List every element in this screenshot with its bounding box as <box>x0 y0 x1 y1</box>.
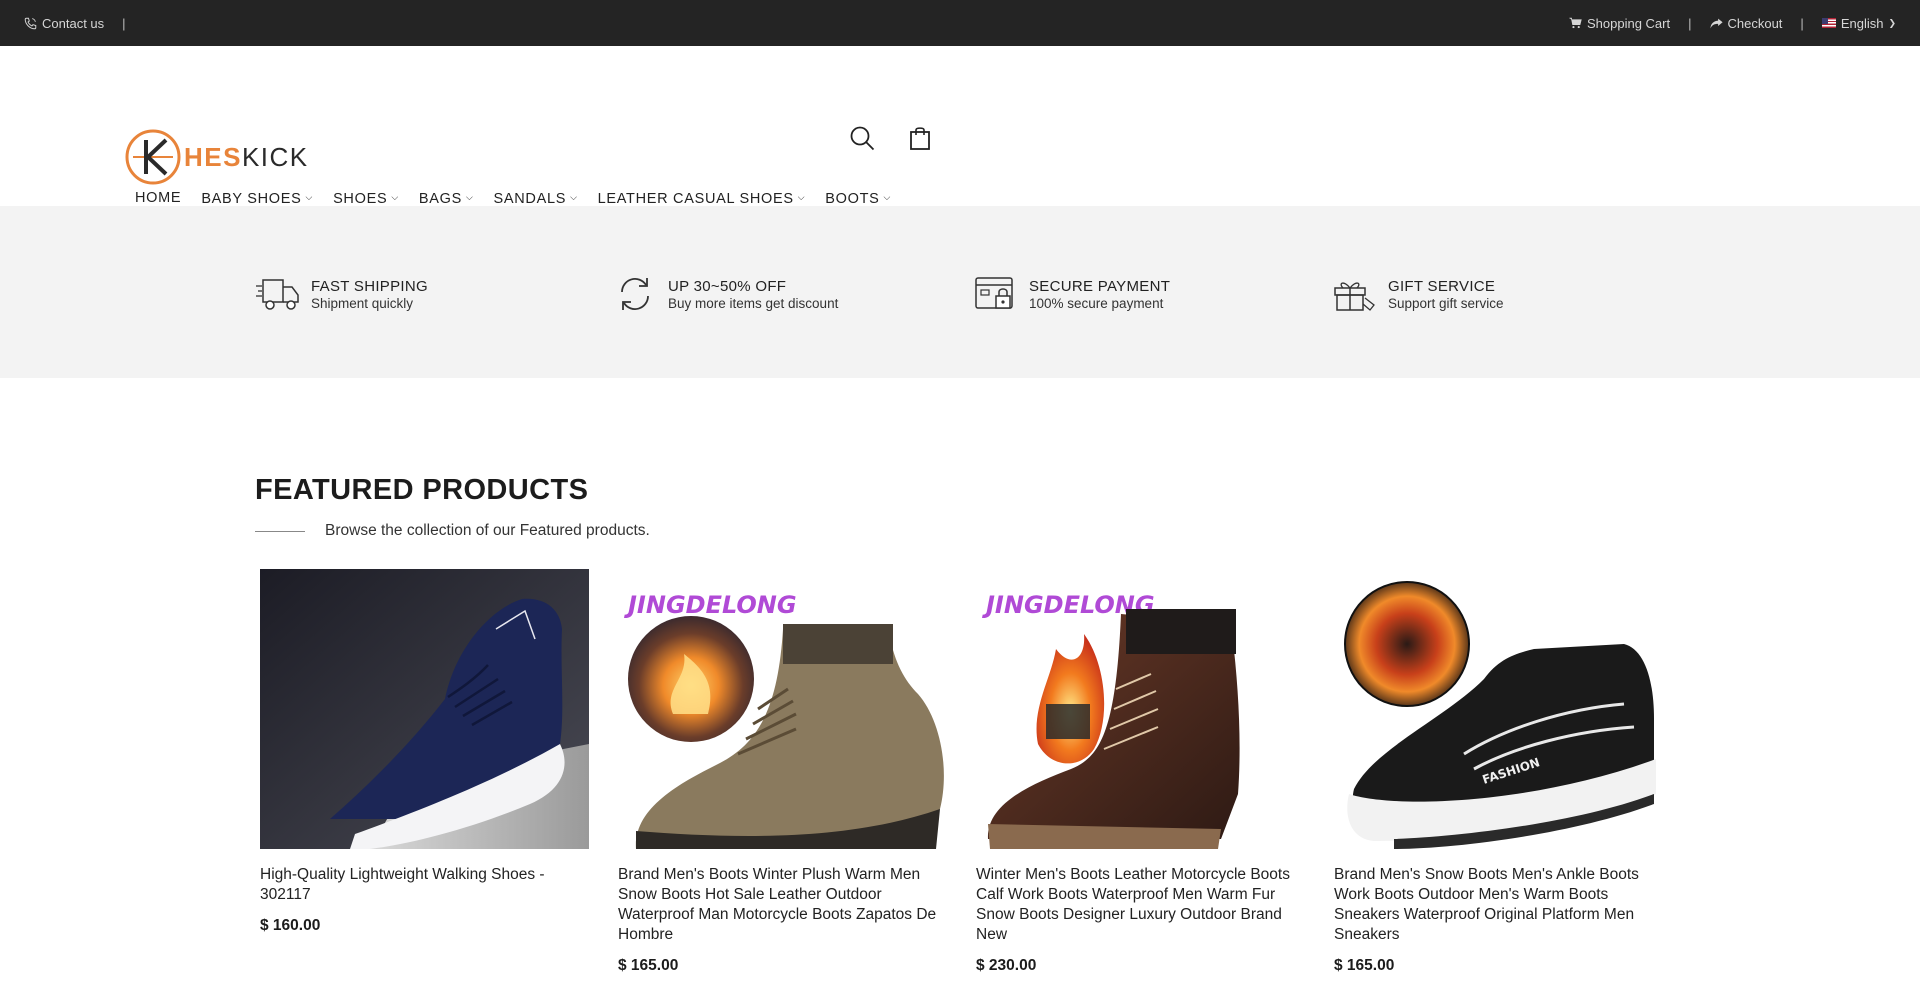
nav-item-label: BOOTS <box>825 190 880 207</box>
chevron-down-icon: ⌵ <box>797 192 806 202</box>
phone-icon <box>24 17 37 29</box>
chevron-down-icon: ⌵ <box>465 192 474 202</box>
product-image[interactable] <box>260 569 589 849</box>
checkout-link[interactable]: Checkout <box>1709 15 1783 31</box>
language-selector[interactable]: English ❯ <box>1821 15 1896 31</box>
featured-products-heading: FEATURED PRODUCTS <box>255 474 589 506</box>
walking-shoe-image <box>260 569 589 849</box>
service-title: SECURE PAYMENT <box>1029 277 1171 295</box>
shopping-cart-link[interactable]: Shopping Cart <box>1569 16 1670 31</box>
service-discount: UP 30~50% OFF Buy more items get discoun… <box>612 274 838 314</box>
service-subtitle: Support gift service <box>1388 295 1504 311</box>
service-title: FAST SHIPPING <box>311 277 428 295</box>
gift-icon <box>1334 282 1375 311</box>
service-text: FAST SHIPPING Shipment quickly <box>311 278 428 311</box>
contact-label: Contact us <box>42 15 105 31</box>
chevron-down-icon: ❯ <box>1888 17 1896 28</box>
divider: | <box>1688 15 1692 31</box>
divider: | <box>122 15 126 31</box>
product-name[interactable]: High-Quality Lightweight Walking Shoes -… <box>260 865 589 905</box>
product-price: $ 165.00 <box>618 957 679 974</box>
service-gift: GIFT SERVICE Support gift service <box>1332 274 1504 314</box>
black-sneaker-image: FASHION <box>1334 569 1663 849</box>
chevron-down-icon: ⌵ <box>305 192 314 202</box>
product-card[interactable]: JINGDELONG Winter Men's Boots Leather Mo… <box>976 569 1305 975</box>
top-bar-right: Shopping Cart | Checkout | English ❯ <box>1569 16 1896 31</box>
jingdelong-badge: JINGDELONG <box>624 591 797 619</box>
product-price: $ 165.00 <box>1334 957 1395 974</box>
logo-mark <box>125 129 181 185</box>
product-grid: High-Quality Lightweight Walking Shoes -… <box>260 569 1663 975</box>
product-card[interactable]: FASHION Brand Men's Snow Boots Men's Ank… <box>1334 569 1663 975</box>
product-image[interactable]: FASHION <box>1334 569 1663 849</box>
service-subtitle: Buy more items get discount <box>668 295 839 311</box>
share-arrow-icon <box>1709 18 1723 28</box>
truck-icon <box>256 279 299 310</box>
product-price: $ 160.00 <box>260 917 321 934</box>
shopping-bag-icon[interactable] <box>906 124 934 152</box>
featured-products-subtitle: Browse the collection of our Featured pr… <box>255 522 650 540</box>
divider: | <box>1800 15 1804 31</box>
search-icon[interactable] <box>848 124 876 152</box>
product-name[interactable]: Brand Men's Snow Boots Men's Ankle Boots… <box>1334 865 1663 945</box>
featured-subtitle-text: Browse the collection of our Featured pr… <box>325 522 650 539</box>
service-text: SECURE PAYMENT 100% secure payment <box>1029 278 1170 311</box>
service-fast-shipping: FAST SHIPPING Shipment quickly <box>255 274 428 314</box>
service-strip: FAST SHIPPING Shipment quickly UP 30~50%… <box>0 206 1920 378</box>
chevron-down-icon: ⌵ <box>391 192 399 202</box>
refresh-icon <box>621 278 649 310</box>
service-subtitle: 100% secure payment <box>1029 295 1164 311</box>
product-name[interactable]: Brand Men's Boots Winter Plush Warm Men … <box>618 865 947 945</box>
shopping-cart-label: Shopping Cart <box>1586 15 1671 31</box>
us-flag-icon <box>1821 18 1836 28</box>
product-price: $ 230.00 <box>976 957 1037 974</box>
service-title: GIFT SERVICE <box>1388 277 1496 295</box>
nav-item-label: SANDALS <box>493 190 567 207</box>
nav-item-label: LEATHER CASUAL SHOES <box>597 190 794 207</box>
chevron-down-icon: ⌵ <box>883 192 892 202</box>
service-text: GIFT SERVICE Support gift service <box>1388 278 1504 311</box>
nav-item-label: BABY SHOES <box>201 190 302 207</box>
product-image[interactable]: JINGDELONG <box>976 569 1305 849</box>
divider <box>255 530 305 532</box>
product-image[interactable]: JINGDELONG <box>618 569 947 849</box>
service-secure-payment: SECURE PAYMENT 100% secure payment <box>973 274 1170 314</box>
cart-icon <box>1569 17 1582 29</box>
service-subtitle: Shipment quickly <box>311 295 414 311</box>
chevron-down-icon: ⌵ <box>570 192 578 202</box>
nav-item-label: BAGS <box>418 190 462 207</box>
language-label: English <box>1840 15 1884 31</box>
product-name[interactable]: Winter Men's Boots Leather Motorcycle Bo… <box>976 865 1305 945</box>
checkout-label: Checkout <box>1727 15 1783 31</box>
contact-link[interactable]: Contact us <box>24 16 104 31</box>
site-logo[interactable]: HESKICK <box>124 128 309 186</box>
product-card[interactable]: JINGDELONG Brand Men's Boots Winter Plus… <box>618 569 947 975</box>
nav-item-label: HOME <box>135 190 182 206</box>
logo-word-accent: HES <box>184 141 242 172</box>
top-bar: Contact us | Shopping Cart | Checkout | … <box>0 0 1920 46</box>
service-text: UP 30~50% OFF Buy more items get discoun… <box>668 278 838 311</box>
suede-boot-image: JINGDELONG <box>618 569 947 849</box>
top-bar-left: Contact us | <box>24 16 144 31</box>
leather-boot-image: JINGDELONG <box>976 569 1305 849</box>
site-header: HESKICK HOME BABY SHOES ⌵ SHOES ⌵ BAGS ⌵ SA… <box>0 46 1920 213</box>
product-card[interactable]: High-Quality Lightweight Walking Shoes -… <box>260 569 589 975</box>
logo-wordmark: HESKICK <box>184 142 309 173</box>
logo-word-rest: KICK <box>241 141 309 172</box>
service-title: UP 30~50% OFF <box>668 277 787 295</box>
nav-item-label: SHOES <box>333 190 388 207</box>
card-lock-icon <box>975 277 1013 309</box>
header-actions <box>848 124 934 152</box>
